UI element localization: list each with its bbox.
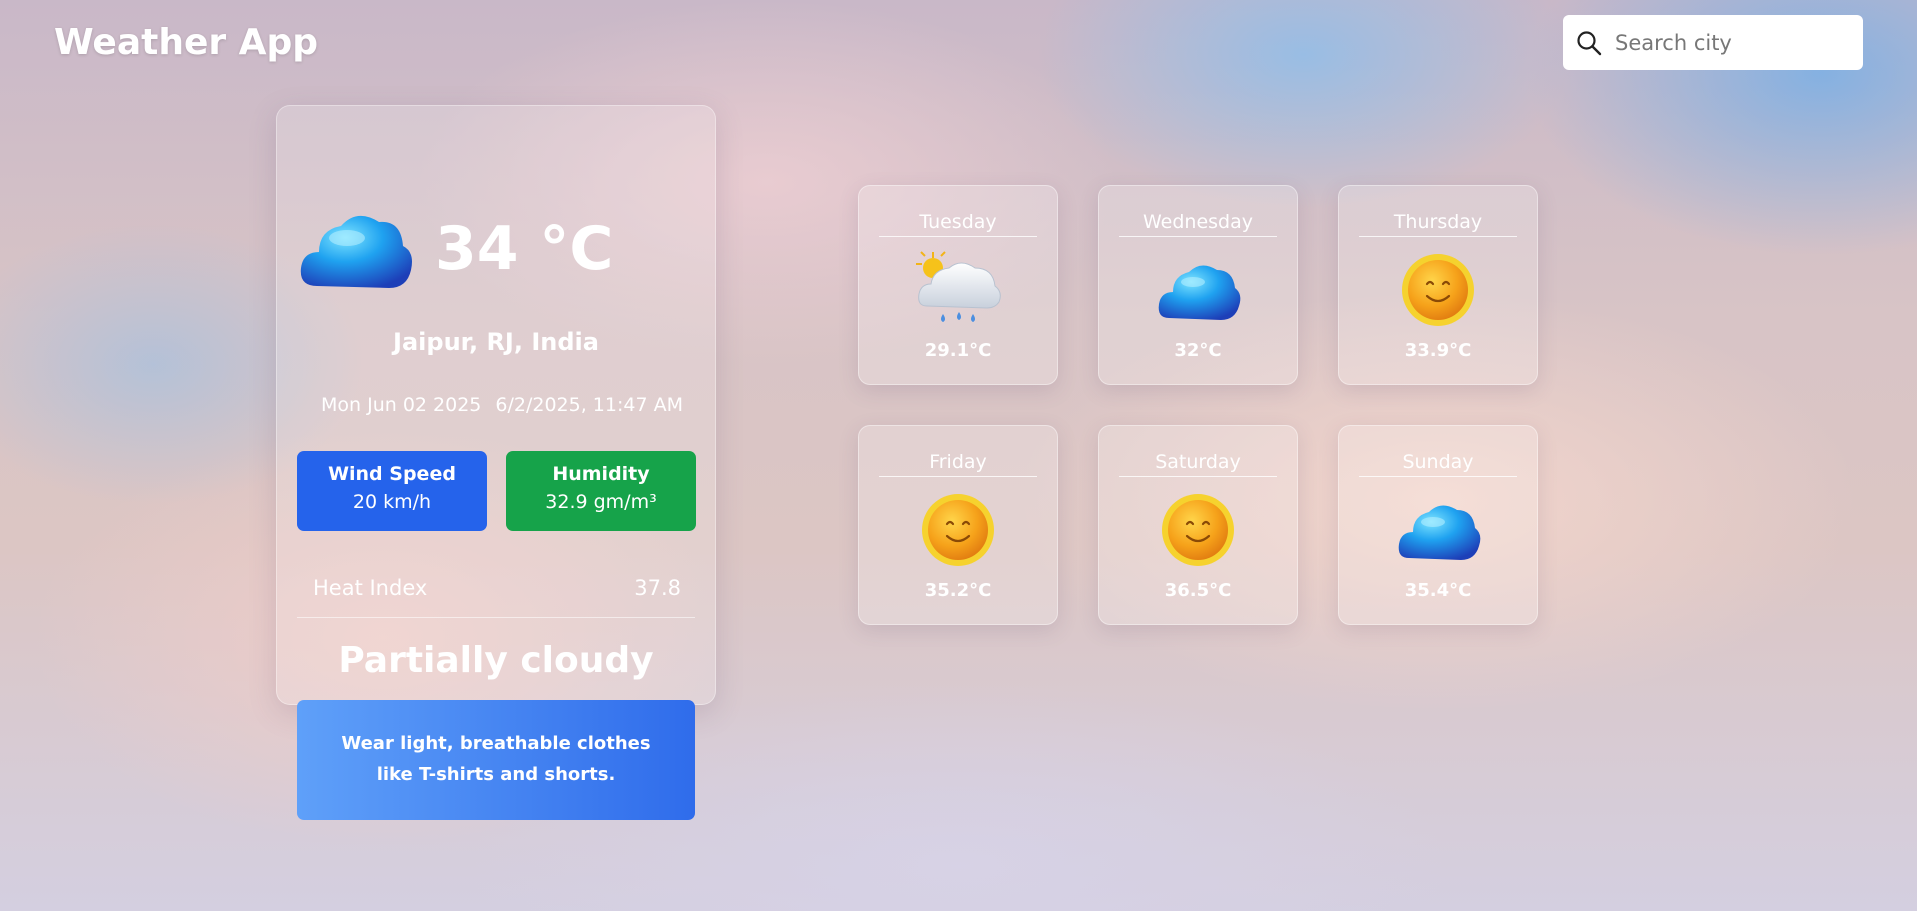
wind-speed-tile: Wind Speed 20 km/h: [297, 451, 487, 531]
forecast-day: Friday: [879, 451, 1037, 477]
forecast-card-friday: Friday 35.2°C: [858, 425, 1058, 625]
clothing-tip: Wear light, breathable clothes like T-sh…: [297, 700, 695, 820]
current-weather-card: 34 °C Jaipur, RJ, India Mon Jun 02 2025 …: [276, 105, 716, 705]
forecast-card-thursday: Thursday 33.9°C: [1338, 185, 1538, 385]
forecast-card-tuesday: Tuesday 29.1°C: [858, 185, 1058, 385]
current-date: Mon Jun 02 2025: [321, 394, 482, 416]
forecast-day: Tuesday: [879, 211, 1037, 237]
forecast-temp: 33.9°C: [1404, 340, 1472, 361]
search-icon: [1577, 30, 1602, 55]
forecast-day: Saturday: [1119, 451, 1277, 477]
forecast-card-saturday: Saturday 36.5°C: [1098, 425, 1298, 625]
heat-index-label: Heat Index: [313, 576, 428, 600]
current-temperature: 34 °C: [435, 214, 614, 284]
condition-text: Partially cloudy: [338, 640, 654, 681]
forecast-temp: 36.5°C: [1164, 580, 1232, 601]
app-title: Weather App: [54, 22, 319, 63]
forecast-temp: 35.4°C: [1404, 580, 1472, 601]
search-box[interactable]: [1563, 15, 1863, 70]
forecast-day: Wednesday: [1119, 211, 1277, 237]
cloud-icon: [300, 215, 412, 288]
location-label: Jaipur, RJ, India: [393, 328, 599, 356]
forecast-day: Thursday: [1359, 211, 1517, 237]
sun-icon: [1162, 494, 1234, 566]
humidity-label: Humidity: [552, 463, 650, 485]
cloud-icon: [1158, 265, 1241, 320]
heat-index-row: Heat Index 37.8: [297, 568, 695, 618]
cloud-icon: [1398, 505, 1481, 560]
forecast-temp: 32°C: [1174, 340, 1222, 361]
rain-cloud-icon: [916, 251, 1001, 322]
forecast-temp: 35.2°C: [924, 580, 992, 601]
forecast-day: Sunday: [1359, 451, 1517, 477]
sun-icon: [1402, 254, 1474, 326]
search-input[interactable]: [1615, 30, 1855, 55]
wind-speed-label: Wind Speed: [328, 463, 456, 485]
humidity-value: 32.9 gm/m³: [545, 491, 657, 513]
forecast-temp: 29.1°C: [924, 340, 992, 361]
sun-icon: [922, 494, 994, 566]
heat-index-value: 37.8: [634, 576, 681, 600]
humidity-tile: Humidity 32.9 gm/m³: [506, 451, 696, 531]
forecast-card-wednesday: Wednesday 32°C: [1098, 185, 1298, 385]
current-datetime: 6/2/2025, 11:47 AM: [495, 394, 683, 416]
forecast-grid: Tuesday 29.1°C Wednesday 32°C Thursday 3…: [858, 185, 1538, 625]
forecast-card-sunday: Sunday 35.4°C: [1338, 425, 1538, 625]
wind-speed-value: 20 km/h: [352, 491, 432, 513]
